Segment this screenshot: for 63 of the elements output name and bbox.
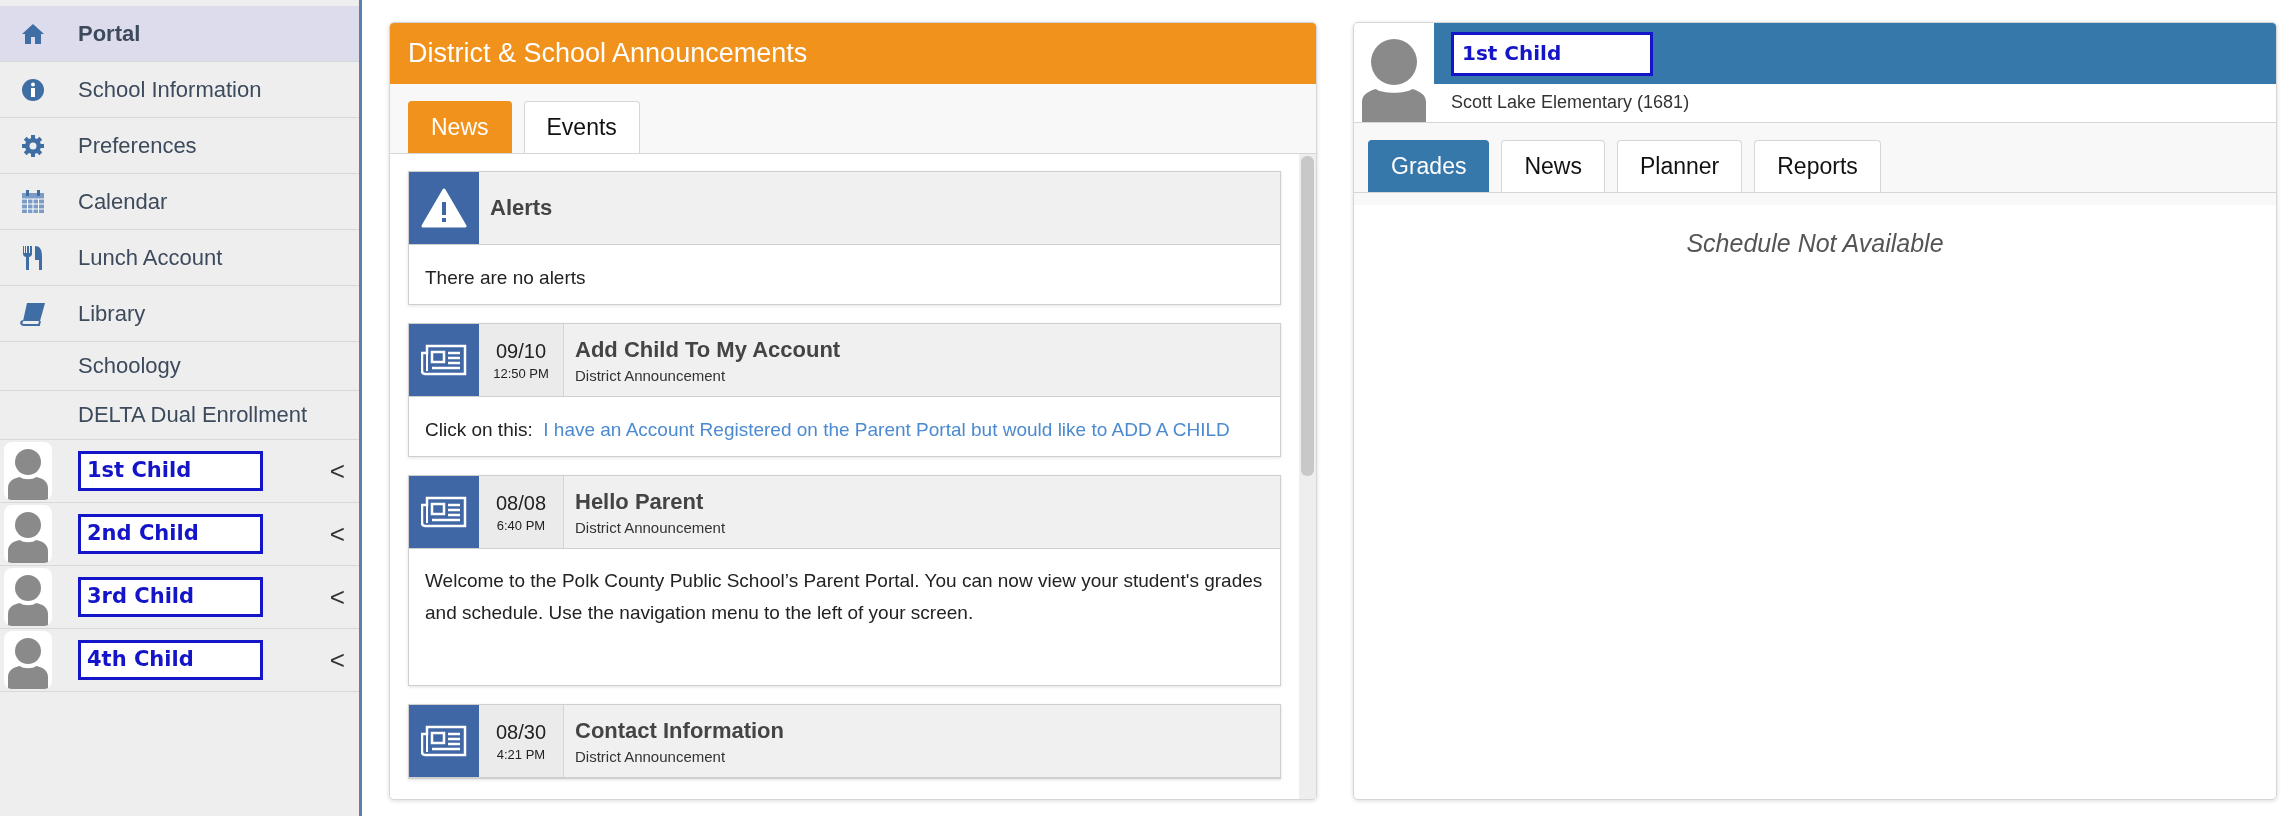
- child-name: 1st Child: [78, 451, 263, 491]
- tab[interactable]: Grades: [1368, 140, 1490, 192]
- avatar-icon: [8, 572, 48, 626]
- sidebar-item[interactable]: DELTA Dual Enrollment: [0, 391, 359, 440]
- card-subtitle: District Announcement: [575, 518, 726, 536]
- avatar-icon: [8, 509, 48, 563]
- card-title: Contact Information: [575, 717, 784, 744]
- tab[interactable]: Events: [523, 101, 640, 153]
- panel-title: District & School Announcements: [408, 38, 808, 69]
- announcement-text: Click on this: I have an Account Registered on the Parent Portal but would like to ADD A CHILD: [425, 418, 1231, 442]
- child-name: 4th Child: [78, 640, 263, 680]
- sidebar-item[interactable]: Lunch Account: [0, 230, 359, 286]
- school-name: Scott Lake Elementary (1681): [1450, 91, 1691, 113]
- news-time: 12:50 PM: [493, 365, 549, 381]
- calendar-icon: [20, 188, 46, 215]
- sidebar-item[interactable]: Portal: [0, 6, 359, 62]
- announcement-text: Welcome to the Polk County Public School’s Parent Portal. You can now view your student's grades and schedule. Use the navigation menu to the left of your screen.: [425, 569, 1264, 625]
- student-name: 1st Child: [1451, 31, 1653, 76]
- scrollbar-thumb[interactable]: [1301, 156, 1314, 476]
- announcement-link[interactable]: I have an Account Registered on the Parent Portal but would like to ADD A CHILD: [543, 419, 1230, 440]
- newspaper-icon: [421, 724, 467, 758]
- child-item[interactable]: 4th Child <: [0, 629, 359, 692]
- tab[interactable]: Reports: [1754, 140, 1881, 192]
- gear-icon: [21, 133, 45, 158]
- news-date: 08/08: [495, 491, 547, 515]
- newspaper-icon: [421, 495, 467, 529]
- tab[interactable]: News: [1501, 140, 1605, 192]
- book-icon: [20, 301, 46, 326]
- avatar-icon: [8, 446, 48, 500]
- utensils-icon: [21, 244, 45, 271]
- expand-chevron[interactable]: <: [329, 644, 345, 676]
- announcement-text: There are no alerts: [425, 266, 587, 290]
- sidebar-item[interactable]: Library: [0, 286, 359, 342]
- sidebar-item[interactable]: Preferences: [0, 118, 359, 174]
- empty-message: Schedule Not Available: [1686, 229, 1944, 259]
- card-title: Hello Parent: [575, 488, 705, 515]
- child-item[interactable]: 1st Child <: [0, 440, 359, 503]
- home-icon: [21, 22, 45, 45]
- scrollbar[interactable]: [1299, 154, 1316, 799]
- card-title: Alerts: [490, 195, 553, 221]
- sidebar-item[interactable]: School Information: [0, 62, 359, 118]
- warning-icon: [421, 188, 467, 228]
- expand-chevron[interactable]: <: [329, 518, 345, 550]
- news-time: 4:21 PM: [496, 746, 546, 762]
- card-title: Add Child To My Account: [575, 336, 841, 363]
- card-subtitle: District Announcement: [575, 747, 727, 765]
- sidebar-item[interactable]: Schoology: [0, 342, 359, 391]
- expand-chevron[interactable]: <: [329, 455, 345, 487]
- news-time: 6:40 PM: [496, 517, 546, 533]
- news-date: 08/30: [495, 720, 547, 744]
- newspaper-icon: [421, 343, 467, 377]
- expand-chevron[interactable]: <: [329, 581, 345, 613]
- child-name: 3rd Child: [78, 577, 263, 617]
- avatar-icon: [1362, 36, 1426, 122]
- child-item[interactable]: 2nd Child <: [0, 503, 359, 566]
- avatar-icon: [8, 635, 48, 689]
- child-item[interactable]: 3rd Child <: [0, 566, 359, 629]
- child-name: 2nd Child: [78, 514, 263, 554]
- tab[interactable]: Planner: [1616, 140, 1743, 192]
- card-subtitle: District Announcement: [575, 366, 727, 384]
- news-date: 09/10: [495, 339, 547, 363]
- info-icon: [21, 77, 45, 102]
- sidebar-item[interactable]: Calendar: [0, 174, 359, 230]
